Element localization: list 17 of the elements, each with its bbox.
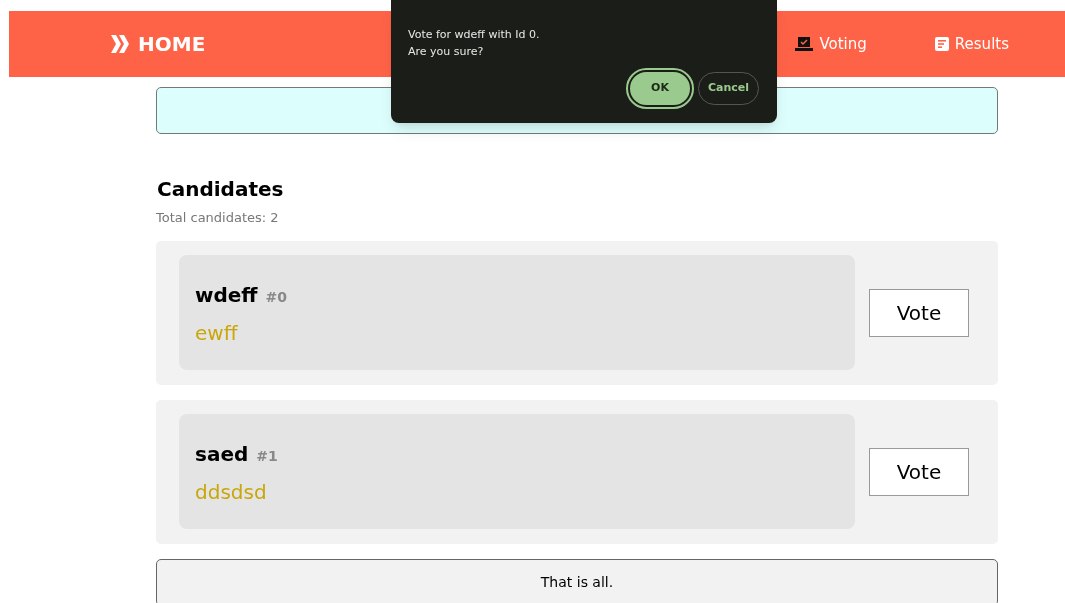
document-icon <box>934 37 949 51</box>
candidate-description: ewff <box>195 320 239 347</box>
vote-button[interactable]: Vote <box>869 288 969 337</box>
dialog-message: Are you sure? <box>408 44 485 60</box>
candidate-name: wdeff <box>195 282 258 309</box>
candidate-name: saed <box>195 441 249 468</box>
total-count-text: Total candidates: 2 <box>156 209 280 227</box>
candidate-id: #0 <box>265 288 288 307</box>
candidate-description: ddsdsd <box>195 479 268 506</box>
dialog-message: Vote for wdeff with Id 0. <box>408 27 541 43</box>
ballot-box-icon <box>795 36 814 52</box>
end-of-list-message: That is all. <box>156 558 998 603</box>
section-heading: Candidates <box>157 176 285 203</box>
candidate-id: #1 <box>256 447 278 466</box>
vote-button[interactable]: Vote <box>869 447 969 496</box>
chevrons-logo-icon <box>110 35 130 53</box>
ok-button[interactable]: OK <box>628 70 692 107</box>
